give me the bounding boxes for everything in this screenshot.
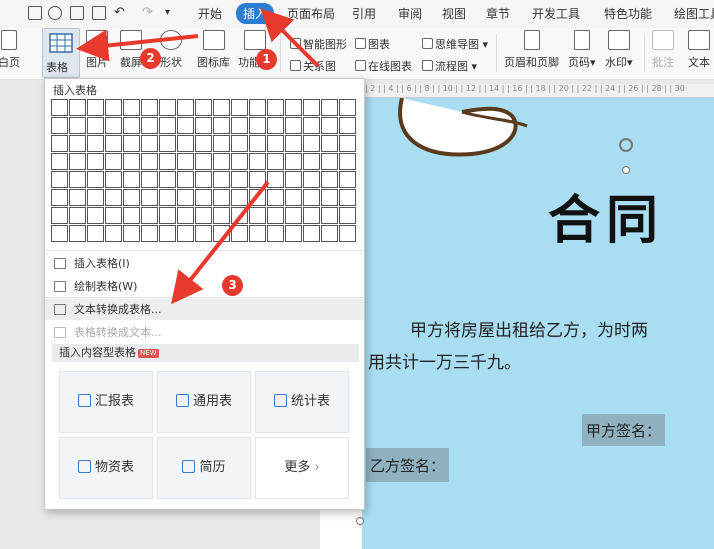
arrow-2 [76, 29, 199, 62]
step-3-marker: 3 [222, 275, 243, 296]
step-2-marker: 2 [140, 48, 161, 69]
step-1-marker: 1 [256, 49, 277, 70]
screen: { "menubar": { "items": ["开始","插入","页面布局… [0, 0, 714, 549]
annotation-arrows [76, 8, 320, 305]
